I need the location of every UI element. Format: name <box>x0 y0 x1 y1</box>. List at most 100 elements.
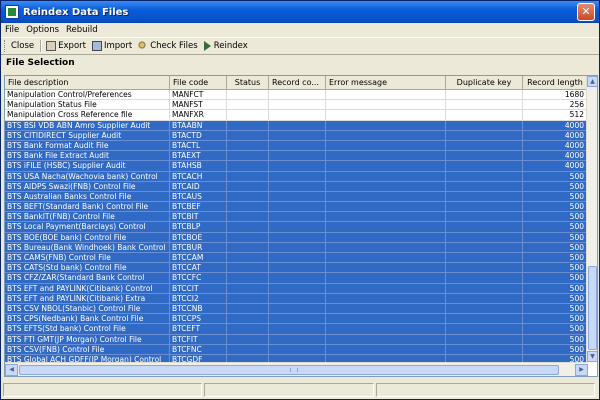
table-row[interactable]: BTS CAMS(FNB) Control File BTCCAM 500 <box>5 253 588 264</box>
table-row[interactable]: Manipulation Cross Reference file MANFXR 5… <box>5 110 588 121</box>
table-cell: 500 <box>523 324 588 335</box>
vertical-scroll-thumb[interactable] <box>588 266 597 350</box>
status-panel-1 <box>3 383 203 397</box>
col-header-record-count[interactable]: Record co... <box>269 76 326 90</box>
status-panel-2 <box>204 383 374 397</box>
vertical-scrollbar[interactable]: ▲ ▼ <box>586 76 597 362</box>
table-row[interactable]: BTS CITIDIRECT Supplier Audit BTACTD 4000 <box>5 130 588 141</box>
table-row[interactable]: BTS BSI VDB ABN Amro Supplier Audit BTAAB… <box>5 120 588 131</box>
table-cell <box>269 120 326 131</box>
table-row[interactable]: BTS iFILE (HSBC) Supplier Audit BTAHSB 400… <box>5 161 588 172</box>
close-window-icon[interactable]: ✕ <box>577 3 595 21</box>
table-row[interactable]: BTS CATS(Std bank) Control File BTCCAT 500 <box>5 263 588 274</box>
table-cell <box>446 100 523 111</box>
scroll-down-icon[interactable]: ▼ <box>587 351 597 362</box>
menu-rebuild[interactable]: Rebuild <box>66 25 98 35</box>
table-cell: BTS CITIDIRECT Supplier Audit <box>5 130 170 141</box>
title-bar[interactable]: Reindex Data Files ✕ <box>1 1 599 23</box>
table-row[interactable]: BTS BOE(BOE bank) Control File BTCBOE 500 <box>5 232 588 243</box>
scroll-up-icon[interactable]: ▲ <box>587 76 597 87</box>
table-cell <box>446 120 523 131</box>
table-cell: BTS EFTS(Std bank) Control File <box>5 324 170 335</box>
table-row[interactable]: BTS EFT and PAYLINK(Citibank) Control BTC… <box>5 283 588 294</box>
table-row[interactable]: BTS EFTS(Std bank) Control File BTCEFT 500 <box>5 324 588 335</box>
menu-file[interactable]: File <box>5 25 19 35</box>
col-header-record-length[interactable]: Record length <box>523 76 588 90</box>
check-files-button[interactable]: Check Files <box>138 41 198 51</box>
table-cell <box>269 202 326 213</box>
import-button[interactable]: Import <box>91 41 132 51</box>
toolbar: Close Export Import Check Files Reindex <box>1 37 599 55</box>
table-cell: BTS EFT and PAYLINK(Citibank) Extra <box>5 293 170 304</box>
table-row[interactable]: BTS CSV NBOL(Stanbic) Control File BTCCNB… <box>5 303 588 315</box>
table-cell: 512 <box>523 110 588 121</box>
table-row[interactable]: BTS CSV(FNB) Control File BTCFNC 500 <box>5 344 588 355</box>
table-row[interactable]: BTS Local Payment(Barclays) Control BTCBL… <box>5 222 588 233</box>
table-cell: BTCCIT <box>170 283 227 294</box>
table-cell: BTS CPS(Nedbank) Bank Control File <box>5 314 170 325</box>
table-cell: BTCCPS <box>170 314 227 325</box>
horizontal-scrollbar[interactable]: ◀ ▶ <box>5 362 588 376</box>
table-cell: BTCCAM <box>170 253 227 264</box>
table-cell <box>326 303 446 315</box>
reindex-button[interactable]: Reindex <box>203 41 248 51</box>
col-header-duplicate-key[interactable]: Duplicate key <box>446 76 523 90</box>
table-cell: BTCACH <box>170 171 227 182</box>
table-cell <box>227 171 269 182</box>
col-header-error-message[interactable]: Error message <box>326 76 446 90</box>
table-row[interactable]: BTS EFT and PAYLINK(Citibank) Extra BTCCI… <box>5 293 588 304</box>
table-cell <box>269 100 326 111</box>
table-cell: BTCFNC <box>170 344 227 355</box>
table-cell <box>227 110 269 121</box>
reindex-label: Reindex <box>213 41 248 51</box>
table-cell <box>446 110 523 121</box>
table-row[interactable]: BTS AIDPS Swazi(FNB) Control File BTCAID 5… <box>5 181 588 192</box>
table-cell <box>326 354 446 362</box>
check-files-label: Check Files <box>150 41 198 51</box>
table-cell <box>269 314 326 325</box>
table-row[interactable]: BTS USA Nacha(Wachovia bank) Control BTCA… <box>5 171 588 182</box>
table-cell <box>326 161 446 172</box>
col-header-status[interactable]: Status <box>227 76 269 90</box>
table-row[interactable]: BTS FTI GMT(JP Morgan) Control File BTCFI… <box>5 334 588 345</box>
table-cell <box>326 232 446 243</box>
table-row[interactable]: BTS BEFT(Standard Bank) Control File BTCB… <box>5 202 588 213</box>
toolbar-separator <box>40 40 43 52</box>
table-cell <box>227 354 269 362</box>
horizontal-scroll-thumb[interactable] <box>19 365 559 375</box>
file-grid[interactable]: File description File code Status Record… <box>4 75 598 377</box>
close-button[interactable]: Close <box>11 41 34 51</box>
table-row[interactable]: BTS BankIT(FNB) Control File BTCBIT 500 <box>5 212 588 223</box>
table-cell: BTS BSI VDB ABN Amro Supplier Audit <box>5 120 170 131</box>
table-row[interactable]: Manipulation Status File MANFST 256 <box>5 100 588 111</box>
table-cell: 500 <box>523 171 588 182</box>
scroll-left-icon[interactable]: ◀ <box>5 364 18 376</box>
col-header-file-description[interactable]: File description <box>5 76 170 90</box>
table-row[interactable]: BTS CFZ/ZAR(Standard Bank Control BTCCFC 5… <box>5 273 588 284</box>
table-row[interactable]: BTS Australian Banks Control File BTCAUS 5… <box>5 191 588 203</box>
table-row[interactable]: BTS Global ACH GDFF(JP Morgan) Control BT… <box>5 354 588 362</box>
table-cell: Manipulation Control/Preferences <box>5 90 170 101</box>
table-row[interactable]: BTS CPS(Nedbank) Bank Control File BTCCPS… <box>5 314 588 325</box>
menu-options[interactable]: Options <box>26 25 59 35</box>
table-cell: BTCAID <box>170 181 227 192</box>
table-row[interactable]: Manipulation Control/Preferences MANFCT 16… <box>5 90 588 101</box>
table-cell: BTS AIDPS Swazi(FNB) Control File <box>5 181 170 192</box>
table-cell: 500 <box>523 344 588 355</box>
table-cell <box>446 171 523 182</box>
table-row[interactable]: BTS Bureau(Bank Windhoek) Bank Control BT… <box>5 242 588 253</box>
table-cell: BTS Bureau(Bank Windhoek) Bank Control <box>5 242 170 253</box>
table-row[interactable]: BTS Bank File Extract Audit BTAEXT 4000 <box>5 151 588 162</box>
table-cell <box>227 232 269 243</box>
scroll-right-icon[interactable]: ▶ <box>575 364 588 376</box>
table-cell <box>326 293 446 304</box>
table-row[interactable]: BTS Bank Format Audit File BTACTL 4000 <box>5 140 588 152</box>
grid-rows: Manipulation Control/Preferences MANFCT 16… <box>5 90 588 362</box>
table-cell <box>326 191 446 203</box>
table-cell: 500 <box>523 181 588 192</box>
table-cell <box>446 130 523 141</box>
col-header-file-code[interactable]: File code <box>170 76 227 90</box>
export-button[interactable]: Export <box>46 41 86 51</box>
toolbar-grip[interactable] <box>4 40 7 52</box>
table-cell: BTS EFT and PAYLINK(Citibank) Control <box>5 283 170 294</box>
